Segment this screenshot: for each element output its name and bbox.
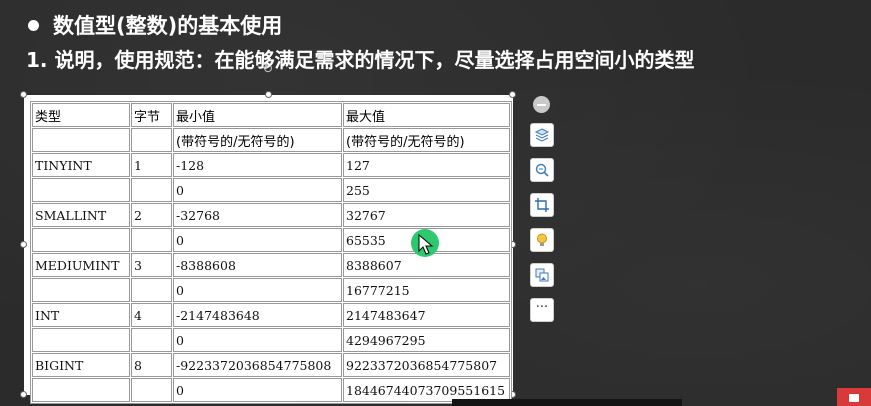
max-cell: 2147483647 — [343, 303, 510, 327]
replace-image-button[interactable] — [530, 263, 554, 287]
type-cell — [32, 178, 130, 202]
bytes-cell: 1 — [131, 153, 172, 177]
bytes-cell: 8 — [131, 353, 172, 377]
min-cell: 0 — [173, 228, 342, 252]
type-cell — [32, 278, 130, 302]
note-cell — [131, 128, 172, 152]
type-cell: SMALLINT — [32, 203, 130, 227]
crop-icon — [535, 198, 549, 212]
resize-handle-top-right[interactable] — [509, 91, 516, 98]
min-cell: 0 — [173, 378, 342, 402]
header-type: 类型 — [32, 103, 130, 127]
bytes-cell — [131, 178, 172, 202]
recording-badge-icon — [837, 388, 871, 406]
table-row: 0 18446744073709551615 — [32, 378, 510, 402]
bytes-cell — [131, 378, 172, 402]
header-min: 最小值 — [173, 103, 342, 127]
type-cell: MEDIUMINT — [32, 253, 130, 277]
mouse-cursor-icon — [418, 234, 434, 255]
resize-handle-left[interactable] — [20, 241, 27, 248]
table-row: 0 4294967295 — [32, 328, 510, 352]
header-max: 最大值 — [343, 103, 510, 127]
min-cell: -128 — [173, 153, 342, 177]
min-cell: 0 — [173, 178, 342, 202]
rotate-icon[interactable]: ↻ — [261, 63, 275, 77]
bytes-cell — [131, 228, 172, 252]
layers-icon — [534, 128, 550, 142]
header-bytes: 字节 — [131, 103, 172, 127]
more-button[interactable]: ··· — [530, 298, 554, 322]
type-cell: TINYINT — [32, 153, 130, 177]
slide-title-text: 数值型(整数)的基本使用 — [53, 14, 283, 38]
zoom-icon — [535, 163, 549, 177]
resize-handle-top-left[interactable] — [20, 91, 27, 98]
table-row: MEDIUMINT 3 -8388608 8388607 — [32, 253, 510, 277]
type-cell — [32, 328, 130, 352]
zoom-button[interactable] — [530, 158, 554, 182]
table-row: 0 255 — [32, 178, 510, 202]
table-row: 0 16777215 — [32, 278, 510, 302]
min-cell: -32768 — [173, 203, 342, 227]
lightbulb-button[interactable] — [530, 228, 554, 252]
type-cell — [32, 228, 130, 252]
layers-button[interactable] — [530, 123, 554, 147]
max-cell: 9223372036854775807 — [343, 353, 510, 377]
replace-image-icon — [535, 268, 549, 282]
crop-button[interactable] — [530, 193, 554, 217]
note-cell: (带符号的/无符号的) — [173, 128, 342, 152]
resize-handle-top[interactable] — [265, 91, 272, 98]
slide-subtitle: 1. 说明，使用规范：在能够满足需求的情况下，尽量选择占用空间小的类型 — [26, 48, 695, 72]
type-cell: INT — [32, 303, 130, 327]
lightbulb-icon — [537, 233, 547, 246]
table-row: TINYINT 1 -128 127 — [32, 153, 510, 177]
max-cell: 4294967295 — [343, 328, 510, 352]
min-cell: 0 — [173, 328, 342, 352]
min-cell: -9223372036854775808 — [173, 353, 342, 377]
note-cell — [32, 128, 130, 152]
table-row: BIGINT 8 -9223372036854775808 9223372036… — [32, 353, 510, 377]
bytes-cell: 2 — [131, 203, 172, 227]
bytes-cell — [131, 328, 172, 352]
table-row: INT 4 -2147483648 2147483647 — [32, 303, 510, 327]
bullet-icon — [28, 19, 39, 31]
bytes-cell — [131, 278, 172, 302]
table-note-row: (带符号的/无符号的) (带符号的/无符号的) — [32, 128, 510, 152]
max-cell: 16777215 — [343, 278, 510, 302]
slide-title: 数值型(整数)的基本使用 — [26, 10, 282, 40]
integer-types-table: 类型 字节 最小值 最大值 (带符号的/无符号的) (带符号的/无符号的) TI… — [30, 101, 512, 404]
max-cell: 255 — [343, 178, 510, 202]
bottom-bar — [452, 399, 682, 406]
bytes-cell: 4 — [131, 303, 172, 327]
resize-handle-bottom-left[interactable] — [20, 391, 27, 398]
table-header-row: 类型 字节 最小值 最大值 — [32, 103, 510, 127]
collapse-icon[interactable] — [533, 96, 550, 113]
max-cell: 127 — [343, 153, 510, 177]
min-cell: 0 — [173, 278, 342, 302]
type-cell — [32, 378, 130, 402]
table-image[interactable]: ↻ 类型 字节 最小值 最大值 (带符号的/无符号的) (带符号的/无符号的) … — [20, 63, 516, 404]
max-cell: 32767 — [343, 203, 510, 227]
bytes-cell: 3 — [131, 253, 172, 277]
min-cell: -2147483648 — [173, 303, 342, 327]
note-cell: (带符号的/无符号的) — [343, 128, 510, 152]
more-icon: ··· — [535, 300, 549, 315]
min-cell: -8388608 — [173, 253, 342, 277]
type-cell: BIGINT — [32, 353, 130, 377]
table-row: SMALLINT 2 -32768 32767 — [32, 203, 510, 227]
